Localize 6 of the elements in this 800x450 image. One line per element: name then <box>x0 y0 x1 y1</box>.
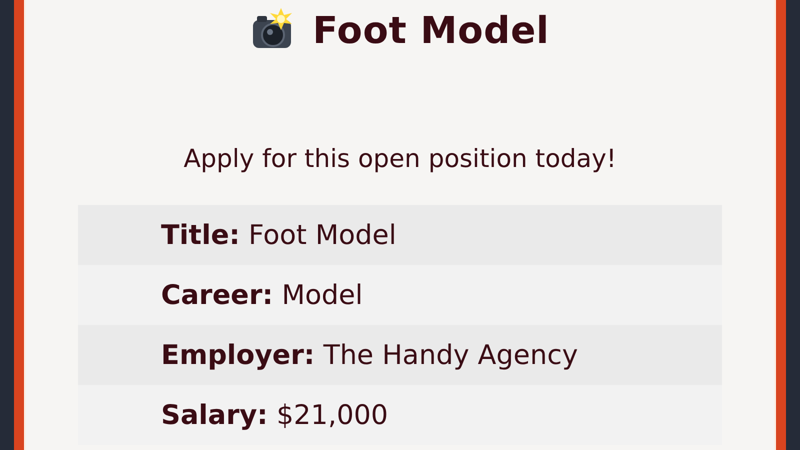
job-title: Foot Model <box>312 8 550 52</box>
job-detail-row: Employer: The Handy Agency <box>78 325 722 385</box>
job-detail-row: Salary: $21,000 <box>78 385 722 445</box>
apply-message: Apply for this open position today! <box>184 144 616 173</box>
job-detail-row: Career: Model <box>78 265 722 325</box>
job-detail-row: Title: Foot Model <box>78 205 722 265</box>
